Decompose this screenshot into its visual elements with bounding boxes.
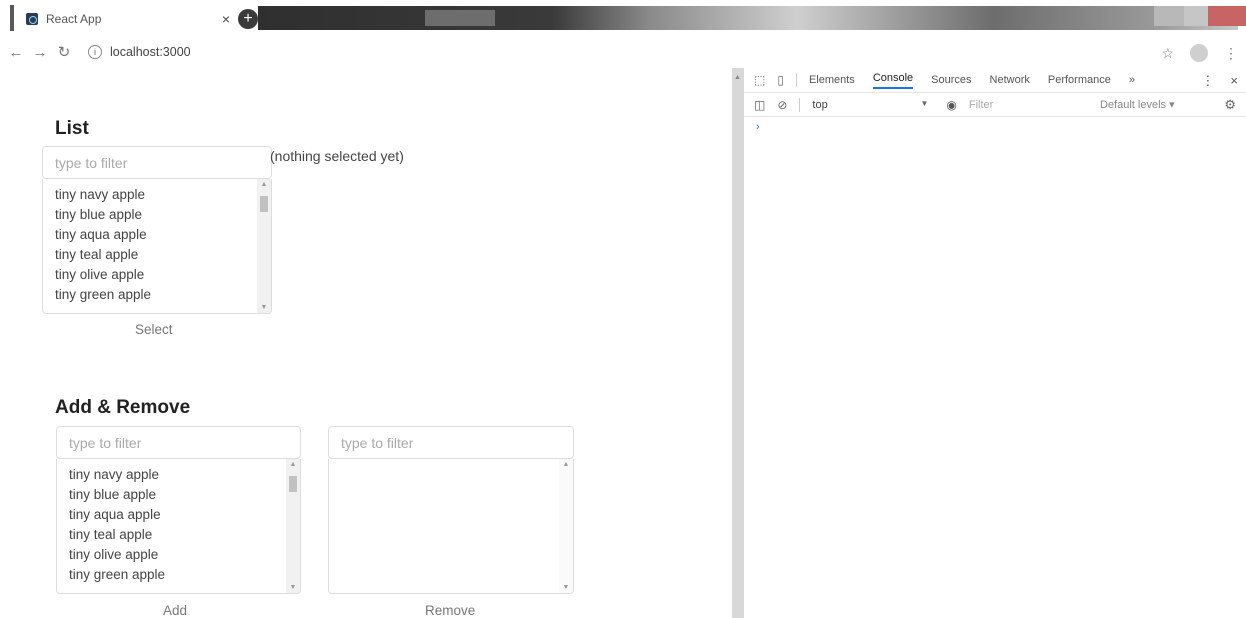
tab-elements[interactable]: Elements — [809, 74, 855, 86]
list-items: tiny navy apple tiny blue apple tiny aqu… — [43, 179, 271, 305]
scroll-down-icon[interactable]: ▼ — [257, 304, 271, 311]
scroll-down-icon[interactable]: ▼ — [286, 584, 300, 591]
list-item[interactable]: tiny olive apple — [69, 545, 300, 565]
kebab-menu-icon[interactable]: ⋮ — [1224, 45, 1238, 62]
list-item[interactable]: tiny teal apple — [69, 525, 300, 545]
window-maximize-button[interactable] — [1184, 6, 1208, 26]
list-listbox[interactable]: tiny navy apple tiny blue apple tiny aqu… — [42, 179, 272, 314]
clear-console-icon[interactable]: ⊘ — [777, 98, 787, 112]
more-tabs-icon[interactable]: » — [1129, 74, 1135, 86]
scroll-up-icon[interactable]: ▲ — [734, 74, 741, 81]
separator — [795, 73, 797, 87]
list-scrollbar[interactable]: ▲ ▼ — [257, 179, 271, 313]
star-icon[interactable]: ☆ — [1161, 45, 1174, 62]
selected-listbox[interactable]: ▲ ▼ — [328, 459, 574, 594]
context-label: top — [812, 98, 828, 111]
list-filter-input[interactable] — [42, 146, 272, 179]
console-toolbar: ◫ ⊘ top ▼ ◉ Default levels ▾ ⚙ — [744, 93, 1246, 117]
back-arrow-icon[interactable]: ← — [4, 44, 28, 61]
new-tab-button[interactable]: + — [238, 9, 258, 29]
list-item[interactable]: tiny navy apple — [55, 185, 271, 205]
info-icon[interactable]: i — [88, 45, 102, 59]
live-expression-eye-icon[interactable]: ◉ — [946, 98, 956, 112]
log-levels-dropdown[interactable]: Default levels ▾ — [1100, 98, 1175, 111]
separator — [799, 97, 801, 112]
url-text[interactable]: localhost:3000 — [110, 45, 191, 59]
reload-icon[interactable]: ↻ — [52, 43, 76, 61]
devtools-splitter[interactable]: ▲ — [732, 68, 744, 618]
tab-network[interactable]: Network — [990, 74, 1030, 86]
console-filter-input[interactable] — [968, 98, 1079, 111]
list-item[interactable]: tiny navy apple — [69, 465, 300, 485]
scroll-up-icon[interactable]: ▲ — [286, 461, 300, 468]
scroll-down-icon[interactable]: ▼ — [559, 584, 573, 591]
tab-title: React App — [46, 12, 102, 26]
forward-arrow-icon[interactable]: → — [28, 44, 52, 61]
list-item[interactable]: tiny blue apple — [69, 485, 300, 505]
available-items: tiny navy apple tiny blue apple tiny aqu… — [57, 459, 300, 585]
console-sidebar-icon[interactable]: ◫ — [754, 98, 765, 112]
add-filter-input[interactable] — [56, 426, 301, 459]
background-tab[interactable] — [425, 10, 495, 26]
remove-button[interactable]: Remove — [425, 603, 475, 618]
inspect-element-icon[interactable]: ⬚ — [754, 73, 765, 87]
tab-strip: React App × + — [0, 0, 1246, 36]
scroll-thumb[interactable] — [289, 476, 297, 492]
add-remove-heading: Add & Remove — [55, 397, 191, 418]
select-button[interactable]: Select — [135, 322, 173, 337]
browser-tab-active[interactable]: React App × — [16, 4, 238, 34]
react-favicon-icon — [26, 13, 38, 25]
chevron-down-icon: ▼ — [920, 98, 929, 108]
tab-close-icon[interactable]: × — [214, 11, 238, 27]
tab-performance[interactable]: Performance — [1048, 74, 1111, 86]
available-listbox[interactable]: tiny navy apple tiny blue apple tiny aqu… — [56, 459, 301, 594]
list-item[interactable]: tiny blue apple — [55, 205, 271, 225]
scroll-up-icon[interactable]: ▲ — [559, 461, 573, 468]
available-scrollbar[interactable]: ▲ ▼ — [286, 459, 300, 593]
tab-console[interactable]: Console — [872, 72, 914, 89]
selected-scrollbar[interactable]: ▲ ▼ — [559, 459, 573, 593]
devtools-panel: ⬚ ▯ Elements Console Sources Network Per… — [744, 68, 1246, 618]
gear-icon[interactable]: ⚙ — [1224, 97, 1236, 113]
device-toolbar-icon[interactable]: ▯ — [777, 73, 784, 87]
remove-filter-input[interactable] — [328, 426, 574, 459]
list-item[interactable]: tiny green apple — [55, 285, 271, 305]
profile-icon[interactable] — [1190, 44, 1208, 62]
tab-sources[interactable]: Sources — [931, 74, 971, 86]
list-item[interactable]: tiny olive apple — [55, 265, 271, 285]
list-item[interactable]: tiny green apple — [69, 565, 300, 585]
list-item[interactable]: tiny aqua apple — [55, 225, 271, 245]
address-bar-actions: ☆ ⋮ — [1161, 44, 1238, 62]
add-button[interactable]: Add — [163, 603, 187, 618]
console-prompt[interactable]: › — [744, 117, 1246, 137]
background-tabs[interactable] — [258, 6, 1238, 30]
tab-edge — [10, 5, 14, 31]
address-bar: ← → ↻ i localhost:3000 ☆ ⋮ — [0, 36, 1246, 68]
devtools-actions: ⋮ × — [1201, 73, 1238, 89]
devtools-close-icon[interactable]: × — [1230, 73, 1238, 89]
scroll-thumb[interactable] — [260, 196, 268, 212]
app-content: List tiny navy apple tiny blue apple tin… — [0, 68, 732, 618]
selection-status: (nothing selected yet) — [270, 148, 404, 164]
context-selector[interactable]: top ▼ — [812, 99, 932, 111]
devtools-tabbar: ⬚ ▯ Elements Console Sources Network Per… — [744, 68, 1246, 93]
window-minimize-button[interactable] — [1154, 6, 1184, 26]
list-item[interactable]: tiny teal apple — [55, 245, 271, 265]
list-item[interactable]: tiny aqua apple — [69, 505, 300, 525]
list-heading: List — [55, 118, 89, 139]
devtools-menu-icon[interactable]: ⋮ — [1201, 73, 1214, 89]
scroll-up-icon[interactable]: ▲ — [257, 181, 271, 188]
window-close-button[interactable] — [1208, 6, 1246, 26]
